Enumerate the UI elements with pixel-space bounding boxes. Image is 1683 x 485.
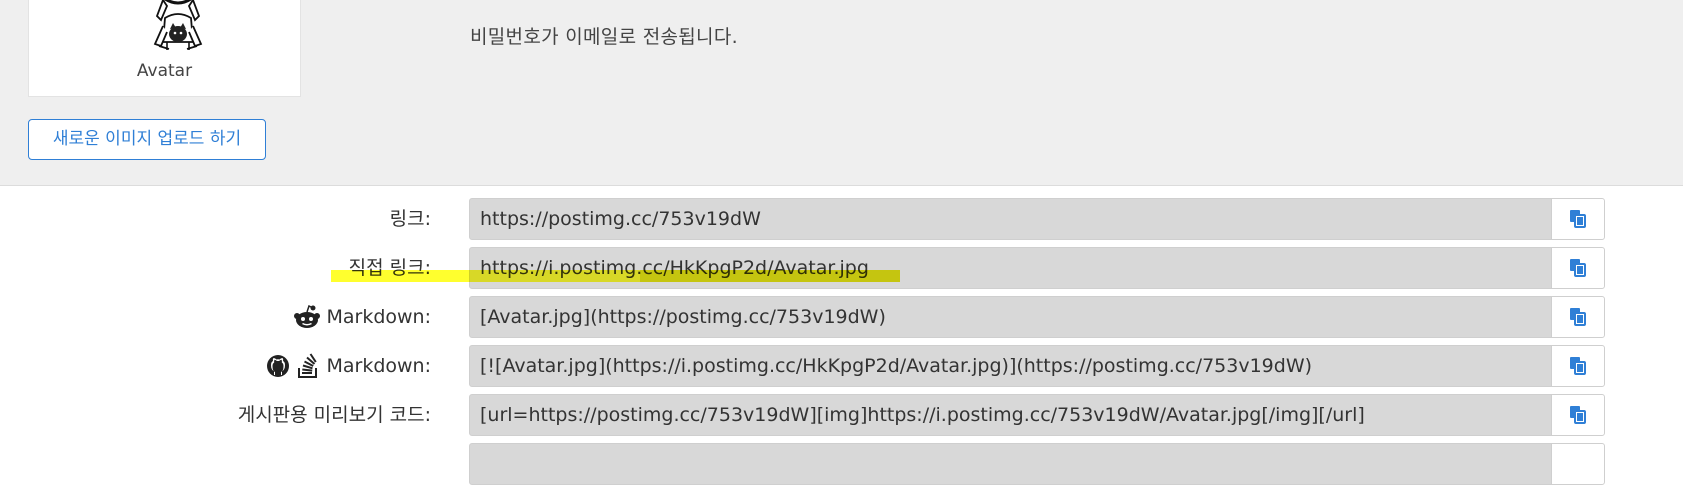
link-row-label: 게시판용 미리보기 코드: — [238, 394, 431, 436]
avatar-card: Avatar — [28, 0, 301, 97]
links-panel: 링크: https://postimg.cc/753v19dW 직접 링크: h… — [0, 186, 1683, 485]
github-icon — [266, 354, 290, 378]
copy-direct-link-button[interactable] — [1551, 247, 1605, 289]
copy-icon — [1570, 357, 1586, 375]
copy-markdown-github-button[interactable] — [1551, 345, 1605, 387]
link-label-text: Markdown: — [326, 306, 431, 328]
copy-partial-button[interactable] — [1551, 443, 1605, 485]
link-row-label: 링크: — [390, 198, 431, 240]
forum-code-field[interactable]: [url=https://postimg.cc/753v19dW][img]ht… — [469, 394, 1552, 436]
copy-forum-code-button[interactable] — [1551, 394, 1605, 436]
partial-field[interactable] — [469, 443, 1552, 485]
link-row-direct: 직접 링크: https://i.postimg.cc/HkKpgP2d/Ava… — [0, 247, 1683, 289]
markdown-github-field[interactable]: [![Avatar.jpg](https://i.postimg.cc/HkKp… — [469, 345, 1552, 387]
link-row-markdown-github: Markdown: [![Avatar.jpg](https://i.posti… — [0, 345, 1683, 387]
link-label-text: Markdown: — [326, 355, 431, 377]
copy-icon — [1570, 259, 1586, 277]
direct-link-field[interactable]: https://i.postimg.cc/HkKpgP2d/Avatar.jpg — [469, 247, 1552, 289]
stack-overflow-icon — [296, 353, 320, 379]
link-row-forum-code: 게시판용 미리보기 코드: [url=https://postimg.cc/75… — [0, 394, 1683, 436]
link-row-label: Markdown: — [266, 345, 431, 387]
link-row-partial — [0, 443, 1683, 485]
markdown-reddit-field[interactable]: [Avatar.jpg](https://postimg.cc/753v19dW… — [469, 296, 1552, 338]
link-row-label: 직접 링크: — [349, 247, 431, 289]
copy-icon — [1570, 210, 1586, 228]
copy-markdown-reddit-button[interactable] — [1551, 296, 1605, 338]
link-field[interactable]: https://postimg.cc/753v19dW — [469, 198, 1552, 240]
link-label-text: 게시판용 미리보기 코드: — [237, 404, 431, 426]
password-email-notice: 비밀번호가 이메일로 전송됩니다. — [470, 26, 738, 48]
reddit-icon — [294, 305, 321, 329]
copy-link-button[interactable] — [1551, 198, 1605, 240]
upload-new-image-button[interactable]: 새로운 이미지 업로드 하기 — [28, 119, 266, 160]
link-row-label: Markdown: — [294, 296, 431, 338]
top-section: Avatar 비밀번호가 이메일로 전송됩니다. 새로운 이미지 업로드 하기 — [0, 0, 1683, 186]
link-label-text: 링크: — [389, 208, 431, 230]
highlighter-mark-dark — [640, 270, 900, 282]
link-row-page: 링크: https://postimg.cc/753v19dW — [0, 198, 1683, 240]
avatar-image — [153, 0, 203, 50]
link-row-markdown-reddit: Markdown: [Avatar.jpg](https://postimg.c… — [0, 296, 1683, 338]
copy-icon — [1570, 406, 1586, 424]
avatar-caption: Avatar — [136, 61, 193, 81]
copy-icon — [1570, 308, 1586, 326]
link-label-text: 직접 링크: — [348, 257, 431, 279]
